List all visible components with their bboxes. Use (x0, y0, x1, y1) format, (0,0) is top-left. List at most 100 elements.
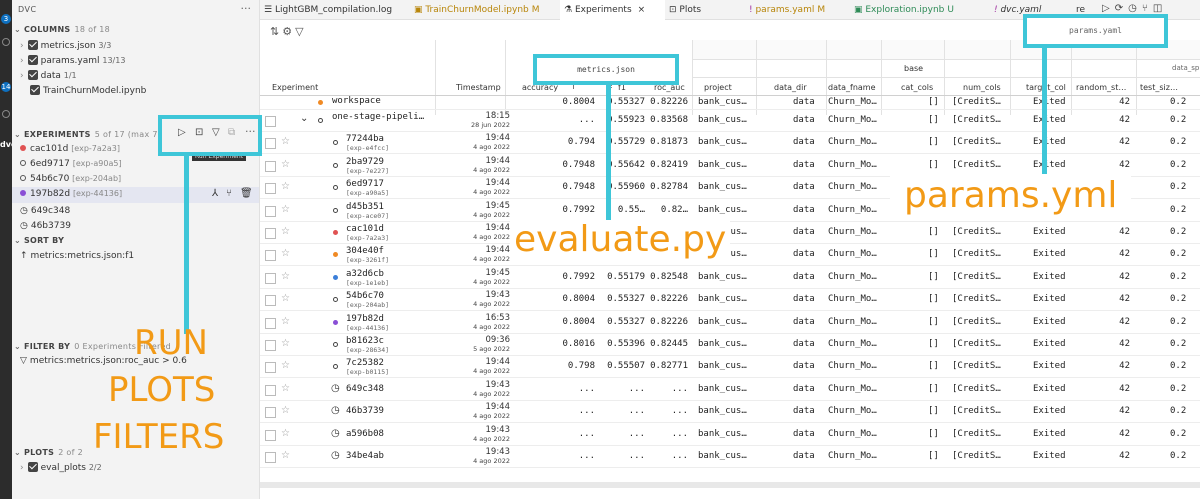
star-icon[interactable]: ☆ (281, 428, 290, 439)
plots-section-header[interactable]: ⌄ PLOTS 2 of 2 (14, 448, 83, 457)
star-icon[interactable]: ☆ (281, 159, 290, 170)
tab-lightgbm-log[interactable]: ☰ LightGBM_compilation.log (260, 0, 410, 20)
tab-trainchurn[interactable]: ▣ TrainChurnModel.ipynb M (410, 0, 560, 20)
row-checkbox[interactable] (265, 250, 276, 262)
share-icon[interactable]: ⑂ (226, 188, 232, 199)
row-checkbox[interactable] (265, 429, 276, 441)
row-checkbox[interactable] (265, 407, 276, 419)
experiment-item[interactable]: 6ed9717 [exp-a90a5] (20, 159, 122, 169)
sort-item[interactable]: ↑ metrics:metrics.json:f1 (20, 251, 134, 261)
star-icon[interactable]: ☆ (281, 204, 290, 215)
row-checkbox[interactable] (265, 384, 276, 396)
tab-plots[interactable]: ⊡ Plots (665, 0, 745, 20)
experiment-ring-icon (333, 140, 338, 146)
col-header-data-fname[interactable]: data_fname (828, 83, 876, 92)
star-icon[interactable]: ☆ (281, 271, 290, 282)
star-icon[interactable]: ☆ (281, 316, 290, 327)
col-header-random-state[interactable]: random_st… (1076, 83, 1126, 92)
col-header-data-dir[interactable]: data_dir (774, 83, 807, 92)
sort-icon[interactable]: ⇅ (270, 25, 282, 38)
more-actions-icon[interactable]: ··· (241, 2, 252, 15)
row-checkbox[interactable] (265, 452, 276, 463)
cell-cat-cols: [] (928, 316, 939, 327)
row-checkbox[interactable] (265, 272, 276, 284)
split-icon[interactable]: ◫ (1153, 3, 1167, 14)
branch-icon[interactable]: ⅄ (212, 188, 218, 199)
column-item-data[interactable]: › data 1/1 (20, 70, 77, 81)
col-header-cat-cols[interactable]: cat_cols (901, 83, 933, 92)
table-row[interactable]: ☆ a32d6cb [exp-1e1eb] 19:45 4 ago 2022 0.7992… (260, 267, 1200, 289)
table-row[interactable]: ☆ 7c25382 [exp-b0115] 19:44 4 ago 2022 0.798 0… (260, 356, 1200, 379)
search-icon[interactable] (2, 38, 10, 46)
col-header-timestamp[interactable]: Timestamp (456, 83, 501, 92)
table-row[interactable]: ☆ 197b82d [exp-44136] 16:53 4 ago 2022 0.8004… (260, 312, 1200, 334)
row-checkbox[interactable] (265, 295, 276, 307)
col-header-project[interactable]: project (704, 83, 732, 92)
star-icon[interactable]: ☆ (281, 338, 290, 349)
table-row[interactable]: ⌄ one-stage-pipeli… 18:15 28 jun 2022... 0.5… (260, 110, 1200, 132)
horizontal-scrollbar[interactable] (260, 482, 1200, 488)
col-header-experiment[interactable]: Experiment (272, 83, 318, 92)
checkbox-icon[interactable] (30, 85, 40, 95)
refresh-icon[interactable]: ⟳ (1115, 3, 1128, 14)
branch-icon[interactable]: ⑂ (1142, 3, 1153, 14)
row-checkbox[interactable] (265, 340, 276, 351)
checkbox-icon[interactable] (27, 40, 38, 50)
table-row[interactable]: ☆ ◷ 34be4ab 19:43 4 ago 2022......... bank_cu… (260, 446, 1200, 468)
table-row[interactable]: ☆ ◷ 46b3739 19:44 4 ago 2022......... bank_cu… (260, 401, 1200, 424)
tab-exploration[interactable]: ▣ Exploration.ipynb U (850, 0, 990, 20)
table-row[interactable]: ☆ 54b6c70 [exp-204ab] 19:43 4 ago 2022 0.8004… (260, 289, 1200, 312)
star-icon[interactable]: ☆ (281, 405, 290, 416)
star-icon[interactable]: ☆ (281, 360, 290, 371)
table-row[interactable]: ☆ 77244ba [exp-e4fcc] 19:44 4 ago 2022 0.794 0… (260, 132, 1200, 155)
columns-section-header[interactable]: ⌄ COLUMNS 18 of 18 (14, 25, 110, 34)
row-checkbox[interactable] (265, 183, 276, 195)
checkbox-icon[interactable] (27, 462, 38, 472)
experiment-item[interactable]: ◷ 649c348 (20, 206, 70, 216)
columns-icon[interactable]: ⚙ (282, 25, 295, 38)
plot-item[interactable]: › eval_plots 2/2 (20, 462, 102, 473)
star-icon[interactable]: ☆ (281, 383, 290, 394)
trash-icon[interactable]: 🗑 (240, 188, 253, 199)
star-icon[interactable]: ☆ (281, 293, 290, 304)
table-row[interactable]: workspace 0.8004 0.55327 0.82226 bank_cus… da… (260, 96, 1200, 110)
table-row[interactable]: ☆ ◷ a596b08 19:43 4 ago 2022......... bank_cu… (260, 424, 1200, 446)
table-row[interactable]: ☆ ◷ 649c348 19:43 4 ago 2022......... bank_cu… (260, 379, 1200, 401)
experiment-item[interactable]: ◷ 46b3739 (20, 221, 71, 231)
experiment-item-selected[interactable]: 197b82d [exp-44136] ⅄ ⑂ 🗑 (12, 187, 259, 203)
run-icon[interactable]: ▷ (1102, 3, 1115, 14)
row-checkbox[interactable] (265, 205, 276, 217)
experiment-item[interactable]: 54b6c70 [exp-204ab] (20, 174, 121, 184)
row-checkbox[interactable] (265, 138, 276, 150)
row-checkbox[interactable] (265, 160, 276, 172)
row-checkbox[interactable] (265, 228, 276, 239)
row-checkbox[interactable] (265, 116, 276, 127)
row-checkbox[interactable] (265, 362, 276, 374)
history-icon[interactable]: ◷ (1128, 3, 1142, 14)
tab-params-yaml[interactable]: ! params.yaml M (745, 0, 850, 20)
table-row[interactable]: ☆ b81623c [exp-28634] 09:36 5 ago 2022 0.8016… (260, 334, 1200, 356)
column-item-notebook[interactable]: TrainChurnModel.ipynb (30, 85, 146, 96)
star-icon[interactable]: ☆ (281, 136, 290, 147)
star-icon[interactable]: ☆ (281, 181, 290, 192)
source-control-badge[interactable]: 3 (1, 14, 11, 24)
star-icon[interactable]: ☆ (281, 226, 290, 237)
experiments-section-header[interactable]: ⌄ EXPERIMENTS 5 of 17 (max 7) (14, 130, 161, 139)
row-checkbox[interactable] (265, 317, 276, 329)
column-item-metrics[interactable]: › metrics.json 3/3 (20, 40, 111, 51)
column-item-params[interactable]: › params.yaml 13/13 (20, 55, 125, 66)
star-icon[interactable]: ☆ (281, 248, 290, 259)
filter-icon[interactable]: ▽ (295, 25, 306, 38)
extensions-badge[interactable]: 14 (1, 82, 11, 92)
col-header-num-cols[interactable]: num_cols (963, 83, 1001, 92)
col-header-test-size[interactable]: test_siz… (1140, 83, 1178, 92)
close-icon[interactable]: × (638, 5, 646, 15)
chevron-down-icon[interactable]: ⌄ (300, 113, 308, 124)
run-debug-icon[interactable] (2, 110, 10, 118)
experiment-item[interactable]: cac101d [exp-7a2a3] (20, 144, 120, 154)
star-icon[interactable]: ☆ (281, 450, 290, 461)
checkbox-icon[interactable] (27, 70, 38, 80)
sort-by-section-header[interactable]: ⌄ SORT BY (14, 236, 64, 245)
checkbox-icon[interactable] (27, 55, 38, 65)
tab-experiments[interactable]: ⚗ Experiments × (560, 0, 665, 20)
